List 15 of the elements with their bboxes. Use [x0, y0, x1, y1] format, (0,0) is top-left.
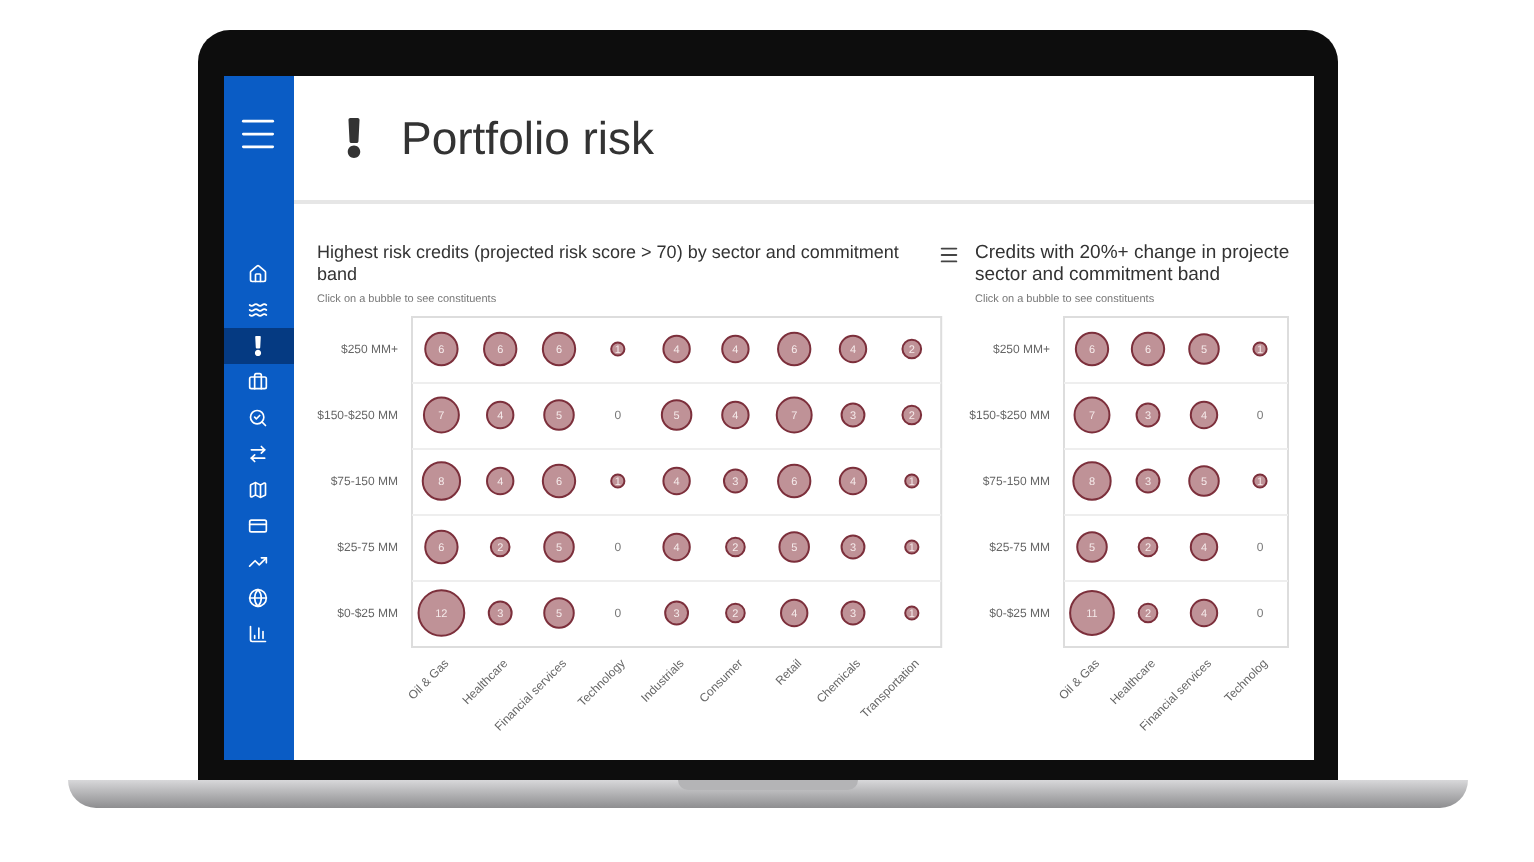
- chart-title: Highest risk credits (projected risk score > 70) by sector and commitment band: [317, 242, 901, 286]
- menu-icon[interactable]: [937, 244, 959, 266]
- chart-title: Credits with 20%+ change in projecte sector and commitment band: [975, 242, 1292, 286]
- bar-chart-icon: [248, 624, 268, 644]
- map-icon: [248, 480, 268, 500]
- globe-icon: [248, 588, 268, 608]
- sidebar-item[interactable]: [223, 328, 293, 364]
- briefcase-icon: [248, 372, 268, 392]
- card-icon: [248, 516, 268, 536]
- arrows-icon: [248, 444, 268, 464]
- home-icon: [248, 264, 268, 284]
- trend-icon: [248, 552, 268, 572]
- page-title: Portfolio risk: [401, 115, 655, 161]
- search-icon: [248, 408, 268, 428]
- waves-icon: [248, 300, 268, 320]
